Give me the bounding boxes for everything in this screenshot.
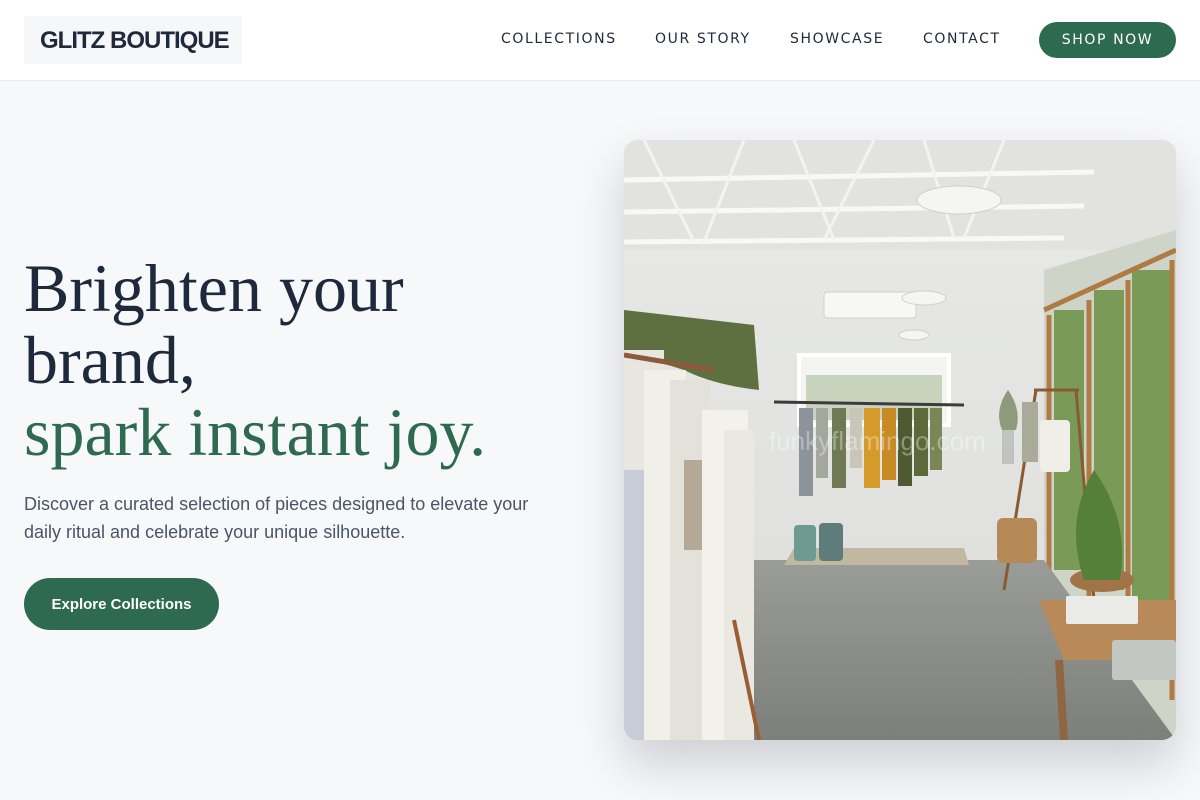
site-header: GLITZ BOUTIQUE COLLECTIONS OUR STORY SHO… <box>0 0 1200 81</box>
hero-subtext: Discover a curated selection of pieces d… <box>24 494 529 542</box>
explore-collections-button[interactable]: Explore Collections <box>24 578 219 630</box>
logo-container[interactable]: GLITZ BOUTIQUE <box>24 16 242 64</box>
hero-image: funkyflamingo.com <box>624 140 1176 740</box>
image-watermark: funkyflamingo.com <box>769 426 986 456</box>
hero-headline: Brighten your brand, spark instant joy. <box>24 252 584 468</box>
nav-link-collections[interactable]: COLLECTIONS <box>501 31 617 47</box>
nav-link-contact[interactable]: CONTACT <box>923 31 1001 47</box>
headline-accent: spark instant joy. <box>24 394 487 470</box>
headline-line-2: brand, <box>24 322 196 398</box>
shop-now-button[interactable]: SHOP NOW <box>1039 22 1176 58</box>
brand-logo[interactable]: GLITZ BOUTIQUE <box>40 27 230 55</box>
headline-line-1: Brighten your <box>24 250 404 326</box>
nav-link-showcase[interactable]: SHOWCASE <box>790 31 884 47</box>
nav-link-our-story[interactable]: OUR STORY <box>655 31 751 47</box>
